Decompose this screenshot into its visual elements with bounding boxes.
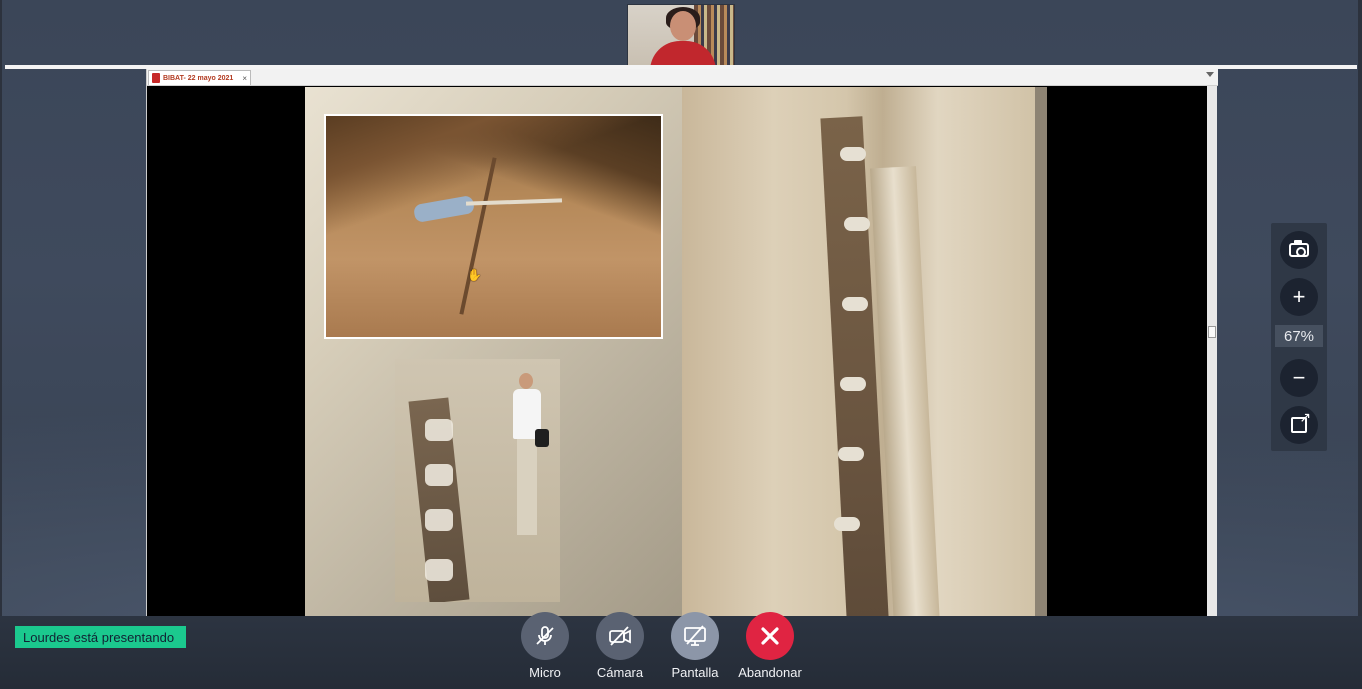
shared-screen: BIBAT- 22 mayo 2021 × ✋ <box>146 69 1218 616</box>
close-icon <box>761 627 779 645</box>
micro-label: Micro <box>529 665 561 680</box>
person-bag <box>535 429 549 447</box>
camera-icon <box>1289 240 1309 257</box>
presenting-status-badge: Lourdes está presentando <box>15 626 187 648</box>
micro-button[interactable] <box>521 612 569 660</box>
tab-menu-arrow-icon[interactable] <box>1206 72 1214 77</box>
mic-off-icon <box>536 626 554 645</box>
document-tab-bar: BIBAT- 22 mayo 2021 × <box>147 69 1218 86</box>
pantalla-button[interactable] <box>671 612 719 660</box>
skull-remains <box>842 297 868 311</box>
document-tab[interactable]: BIBAT- 22 mayo 2021 × <box>148 70 251 85</box>
mass-grave-photo <box>682 87 1047 616</box>
scrollbar-thumb[interactable] <box>1208 326 1216 338</box>
popout-button[interactable] <box>1280 406 1318 444</box>
screenshot-button[interactable] <box>1280 231 1318 269</box>
pantalla-label: Pantalla <box>671 665 719 680</box>
exposed-bones <box>465 198 563 206</box>
skeleton-remains <box>425 464 453 486</box>
skull-remains <box>840 377 866 391</box>
excavation-trench-photo: ✋ <box>324 114 663 339</box>
camara-label: Cámara <box>596 665 644 680</box>
zoom-level: 67% <box>1275 325 1323 347</box>
plus-icon: + <box>1292 284 1306 309</box>
zoom-panel: + 67% − <box>1271 223 1327 451</box>
zoom-out-button[interactable]: − <box>1280 359 1318 397</box>
grave-with-person-photo <box>395 359 560 602</box>
hand-cursor-icon: ✋ <box>467 268 482 282</box>
tab-close-icon[interactable]: × <box>242 74 247 83</box>
control-abandonar: Abandonar <box>735 612 805 680</box>
document-scrollbar[interactable] <box>1207 86 1217 616</box>
skeleton-remains <box>425 509 453 531</box>
skeleton-remains <box>425 419 453 441</box>
person-head <box>519 373 533 389</box>
document-tab-title: BIBAT- 22 mayo 2021 <box>163 74 234 82</box>
pdf-icon <box>152 73 160 83</box>
skull-remains <box>840 147 866 161</box>
popout-icon <box>1291 410 1311 433</box>
trench-line <box>459 157 497 315</box>
standing-person <box>511 373 549 543</box>
skull-remains <box>834 517 860 531</box>
person-legs <box>517 439 537 535</box>
window-frame-left <box>0 0 2 689</box>
skull-remains <box>844 217 870 231</box>
control-camara: Cámara <box>585 612 655 680</box>
participant-video-thumbnail[interactable] <box>627 4 735 66</box>
presentation-slide: ✋ <box>305 87 1047 616</box>
control-pantalla: Pantalla <box>660 612 730 680</box>
abandonar-button[interactable] <box>746 612 794 660</box>
skeleton-remains <box>425 559 453 581</box>
participant-face <box>670 11 696 41</box>
camara-button[interactable] <box>596 612 644 660</box>
camera-off-icon <box>609 626 631 646</box>
window-frame-right <box>1358 0 1362 689</box>
slide-left-panel: ✋ <box>305 87 682 616</box>
photo-edge <box>1035 87 1047 616</box>
screen-share-off-icon <box>684 625 706 646</box>
abandonar-label: Abandonar <box>738 665 802 680</box>
meeting-control-bar: Lourdes está presentando Micro Cámara Pa… <box>0 612 1362 689</box>
control-micro: Micro <box>510 612 580 680</box>
skull-remains <box>838 447 864 461</box>
blue-tarp <box>412 194 476 224</box>
minus-icon: − <box>1292 365 1306 390</box>
zoom-in-button[interactable]: + <box>1280 278 1318 316</box>
